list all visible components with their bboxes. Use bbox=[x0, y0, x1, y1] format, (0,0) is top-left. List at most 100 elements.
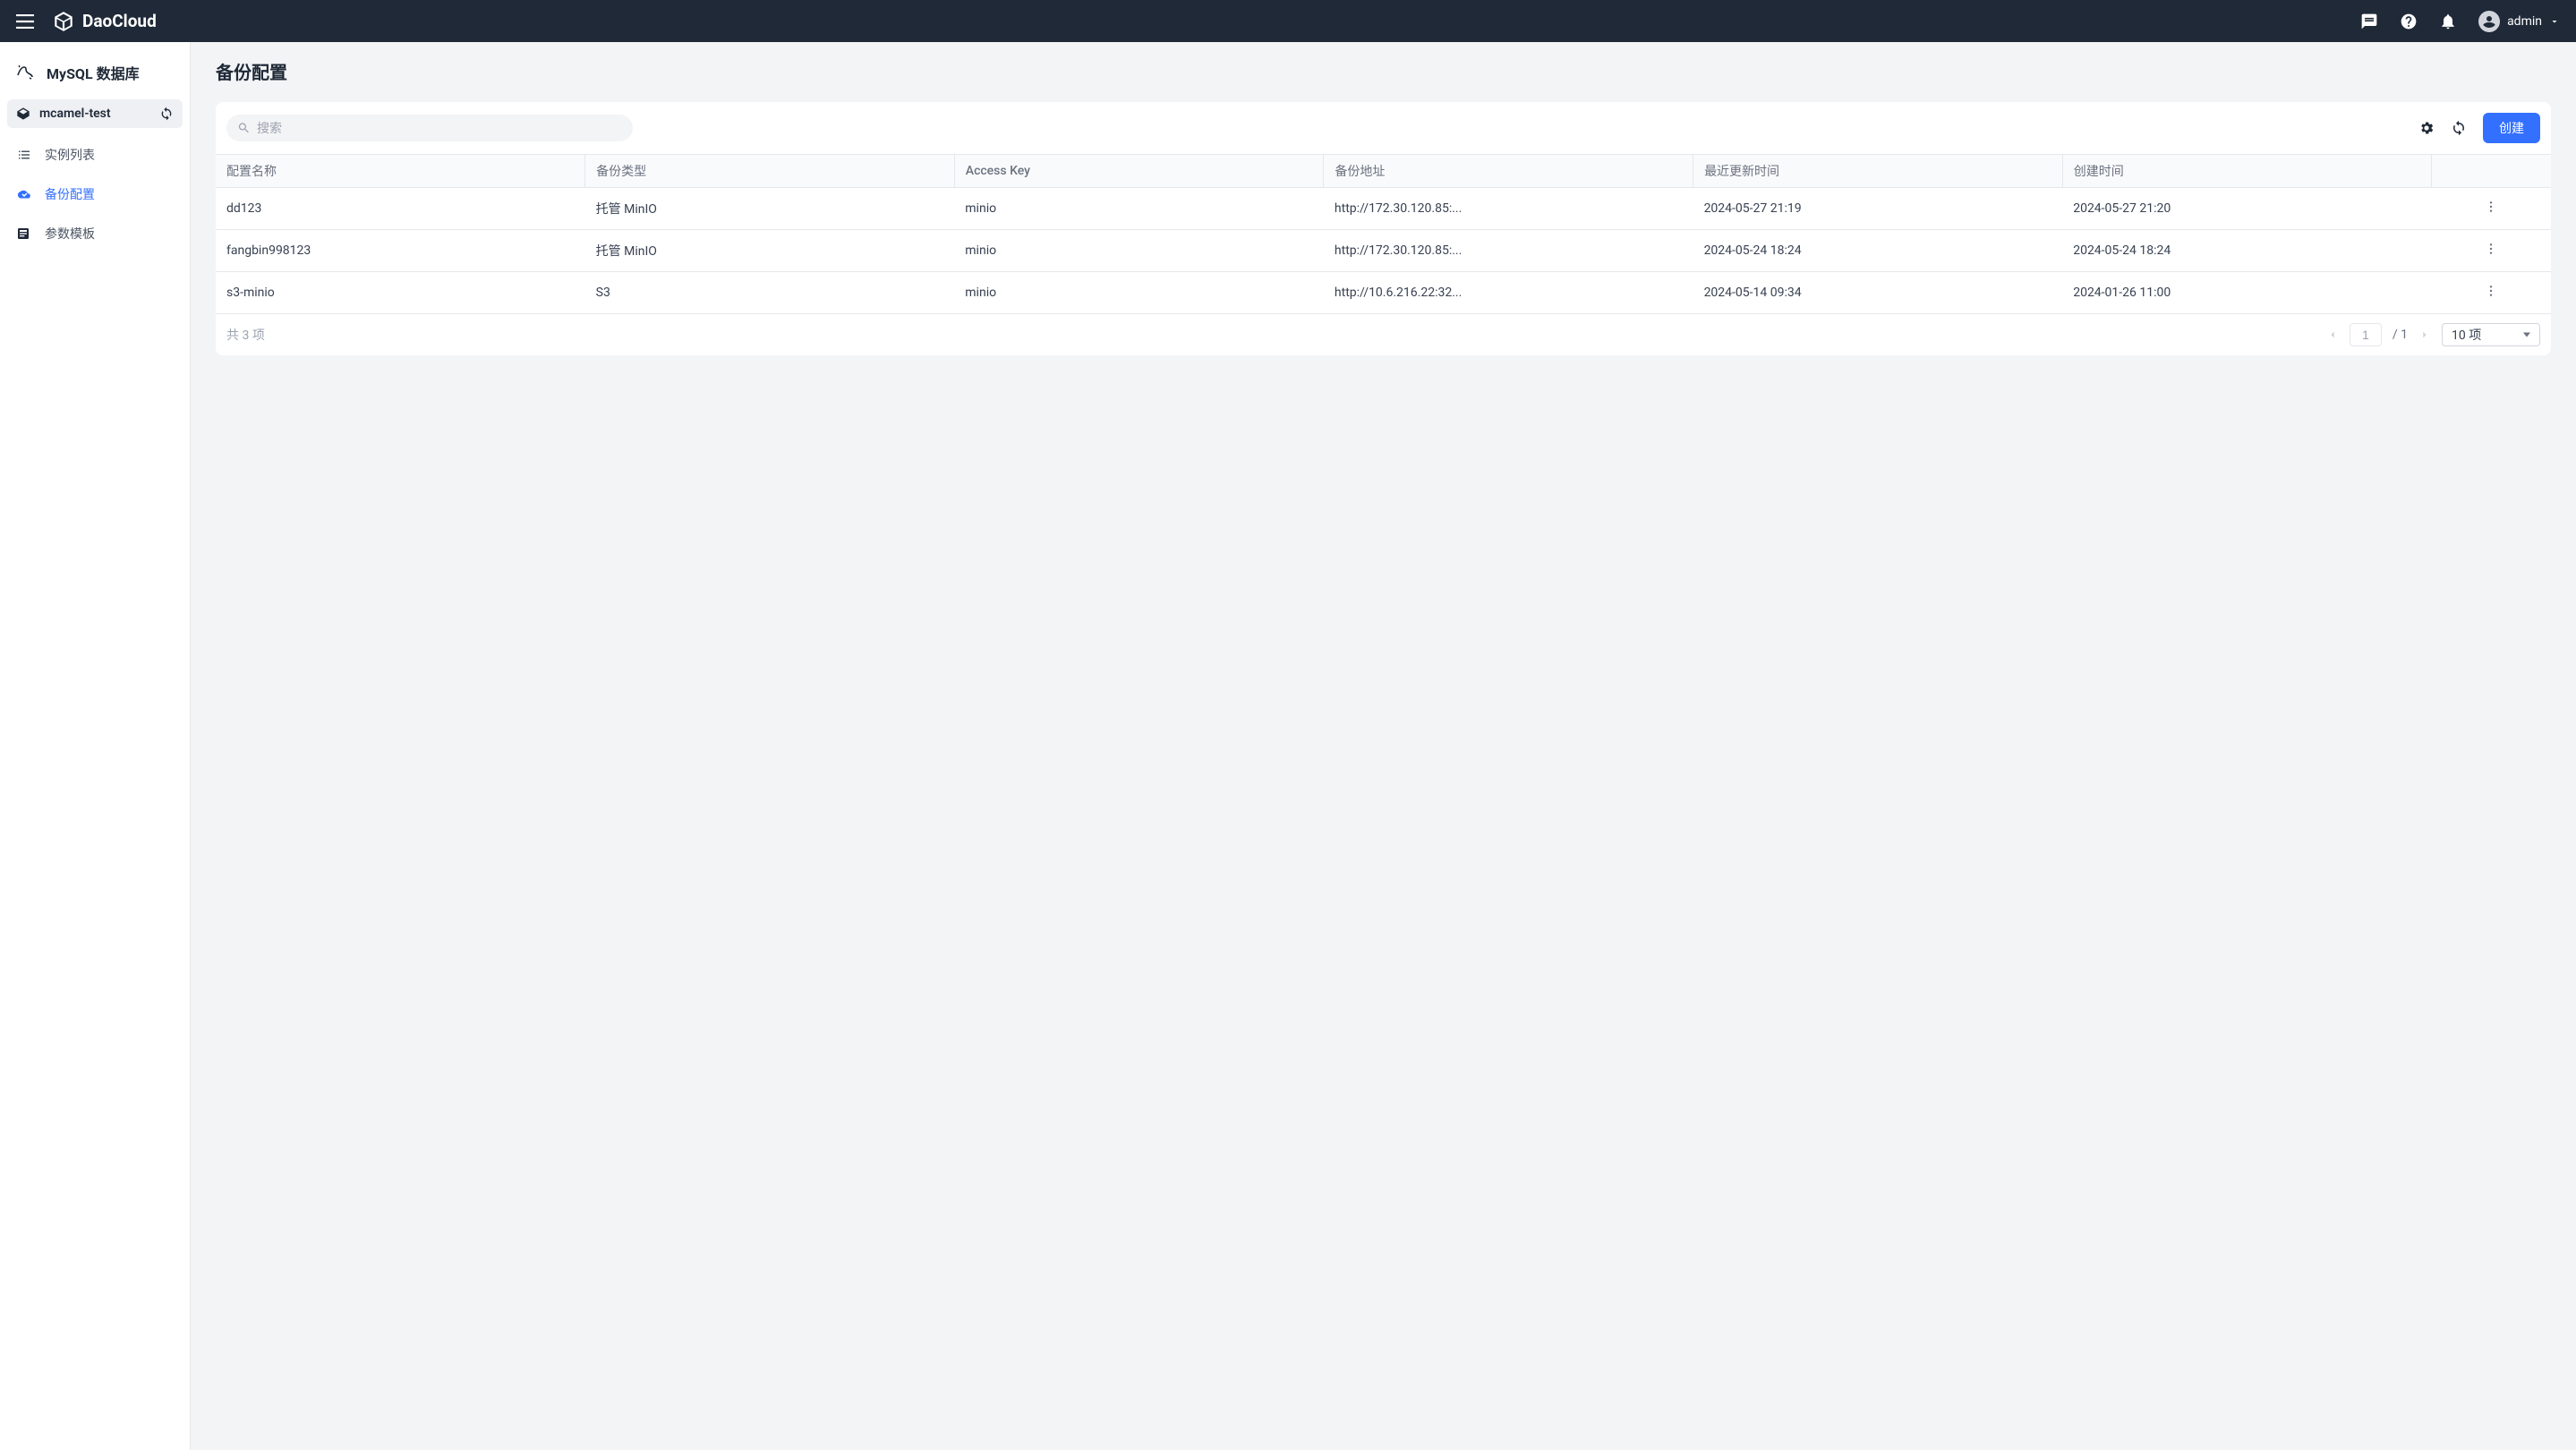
page-size-label: 10 项 bbox=[2452, 326, 2481, 344]
create-button[interactable]: 创建 bbox=[2483, 113, 2540, 143]
sidebar-title: MySQL 数据库 bbox=[47, 62, 140, 83]
namespace-refresh-button[interactable] bbox=[159, 107, 174, 121]
backup-config-table: 配置名称 备份类型 Access Key 备份地址 最近更新时间 创建时间 dd… bbox=[216, 154, 2551, 314]
table-row: fangbin998123 托管 MinIO minio http://172.… bbox=[216, 230, 2551, 272]
namespace-selector[interactable]: mcamel-test bbox=[7, 99, 183, 128]
cell-accesskey: minio bbox=[954, 272, 1324, 314]
refresh-icon bbox=[159, 107, 174, 121]
cell-actions bbox=[2432, 230, 2551, 272]
cell-created: 2024-05-24 18:24 bbox=[2062, 230, 2432, 272]
cell-updated: 2024-05-14 09:34 bbox=[1693, 272, 2063, 314]
sidebar-item-instances[interactable]: 实例列表 bbox=[7, 135, 183, 175]
table-row: s3-minio S3 minio http://10.6.216.22:32.… bbox=[216, 272, 2551, 314]
logo[interactable]: DaoCloud bbox=[52, 10, 157, 33]
header-left: DaoCloud bbox=[16, 10, 157, 33]
cell-accesskey: minio bbox=[954, 230, 1324, 272]
list-icon bbox=[16, 147, 32, 163]
cell-type: 托管 MinIO bbox=[585, 188, 955, 230]
notifications-button[interactable] bbox=[2439, 13, 2457, 30]
sidebar-header: MySQL 数据库 bbox=[7, 53, 183, 99]
col-header-created: 创建时间 bbox=[2062, 155, 2432, 188]
cell-created: 2024-01-26 11:00 bbox=[2062, 272, 2432, 314]
card: 创建 配置名称 备份类型 Access Key 备份地址 最近更新时间 创建时间 bbox=[216, 102, 2551, 355]
toolbar-right: 创建 bbox=[2418, 113, 2540, 143]
chevron-left-icon bbox=[2326, 328, 2339, 341]
help-icon bbox=[2400, 13, 2418, 30]
cell-name: dd123 bbox=[216, 188, 585, 230]
cell-updated: 2024-05-24 18:24 bbox=[1693, 230, 2063, 272]
template-icon bbox=[16, 226, 32, 241]
refresh-icon bbox=[2451, 120, 2467, 136]
cell-actions bbox=[2432, 188, 2551, 230]
pagination: 共 3 项 / 1 10 项 bbox=[216, 314, 2551, 355]
settings-button[interactable] bbox=[2418, 120, 2435, 136]
chevron-down-icon bbox=[2549, 16, 2560, 27]
sidebar: MySQL 数据库 mcamel-test 实例列表 备份配置 bbox=[0, 42, 191, 1450]
sidebar-item-label: 实例列表 bbox=[45, 146, 95, 164]
main-content: 备份配置 创建 bbox=[191, 42, 2576, 1450]
page-title: 备份配置 bbox=[216, 58, 2551, 84]
more-vertical-icon bbox=[2484, 284, 2498, 298]
prev-page-button[interactable] bbox=[2326, 328, 2339, 341]
col-header-updated: 最近更新时间 bbox=[1693, 155, 2063, 188]
pagination-right: / 1 10 项 bbox=[2326, 323, 2540, 346]
refresh-button[interactable] bbox=[2451, 120, 2467, 136]
cell-name: s3-minio bbox=[216, 272, 585, 314]
avatar-icon bbox=[2478, 11, 2500, 32]
col-header-actions bbox=[2432, 155, 2551, 188]
col-header-accesskey: Access Key bbox=[954, 155, 1324, 188]
user-menu[interactable]: admin bbox=[2478, 11, 2560, 32]
namespace-icon bbox=[16, 107, 30, 121]
cell-created: 2024-05-27 21:20 bbox=[2062, 188, 2432, 230]
gear-icon bbox=[2418, 120, 2435, 136]
col-header-address: 备份地址 bbox=[1324, 155, 1693, 188]
search-wrapper bbox=[226, 115, 633, 141]
search-icon bbox=[237, 122, 251, 135]
backup-icon bbox=[16, 186, 32, 202]
col-header-name: 配置名称 bbox=[216, 155, 585, 188]
hamburger-menu-button[interactable] bbox=[16, 14, 34, 29]
more-vertical-icon bbox=[2484, 200, 2498, 214]
hamburger-icon bbox=[16, 14, 34, 29]
toolbar: 创建 bbox=[216, 102, 2551, 154]
mysql-icon bbox=[14, 62, 36, 83]
sidebar-item-label: 备份配置 bbox=[45, 185, 95, 203]
col-header-type: 备份类型 bbox=[585, 155, 955, 188]
cell-address: http://10.6.216.22:32... bbox=[1324, 272, 1693, 314]
next-page-button[interactable] bbox=[2418, 328, 2431, 341]
top-header: DaoCloud admin bbox=[0, 0, 2576, 42]
table-header-row: 配置名称 备份类型 Access Key 备份地址 最近更新时间 创建时间 bbox=[216, 155, 2551, 188]
cell-type: S3 bbox=[585, 272, 955, 314]
help-button[interactable] bbox=[2400, 13, 2418, 30]
user-name: admin bbox=[2507, 14, 2542, 29]
namespace-text: mcamel-test bbox=[39, 107, 111, 121]
namespace-left: mcamel-test bbox=[16, 107, 111, 121]
chevron-right-icon bbox=[2418, 328, 2431, 341]
page-input[interactable] bbox=[2350, 323, 2382, 346]
logo-text: DaoCloud bbox=[82, 11, 157, 31]
cell-name: fangbin998123 bbox=[216, 230, 585, 272]
cell-updated: 2024-05-27 21:19 bbox=[1693, 188, 2063, 230]
cell-accesskey: minio bbox=[954, 188, 1324, 230]
chat-icon bbox=[2360, 13, 2378, 30]
header-right: admin bbox=[2360, 11, 2560, 32]
more-vertical-icon bbox=[2484, 242, 2498, 256]
sidebar-item-param-template[interactable]: 参数模板 bbox=[7, 214, 183, 253]
page-size-select[interactable]: 10 项 bbox=[2442, 323, 2540, 346]
search-input[interactable] bbox=[226, 115, 633, 141]
logo-icon bbox=[52, 10, 75, 33]
cell-address: http://172.30.120.85:... bbox=[1324, 230, 1693, 272]
cell-type: 托管 MinIO bbox=[585, 230, 955, 272]
row-more-button[interactable] bbox=[2484, 242, 2498, 256]
row-more-button[interactable] bbox=[2484, 200, 2498, 214]
sidebar-item-backup-config[interactable]: 备份配置 bbox=[7, 175, 183, 214]
row-more-button[interactable] bbox=[2484, 284, 2498, 298]
table-row: dd123 托管 MinIO minio http://172.30.120.8… bbox=[216, 188, 2551, 230]
chat-button[interactable] bbox=[2360, 13, 2378, 30]
sidebar-item-label: 参数模板 bbox=[45, 225, 95, 243]
cell-actions bbox=[2432, 272, 2551, 314]
cell-address: http://172.30.120.85:... bbox=[1324, 188, 1693, 230]
page-total: / 1 bbox=[2393, 328, 2408, 342]
bell-icon bbox=[2439, 13, 2457, 30]
pagination-total: 共 3 项 bbox=[226, 326, 265, 344]
